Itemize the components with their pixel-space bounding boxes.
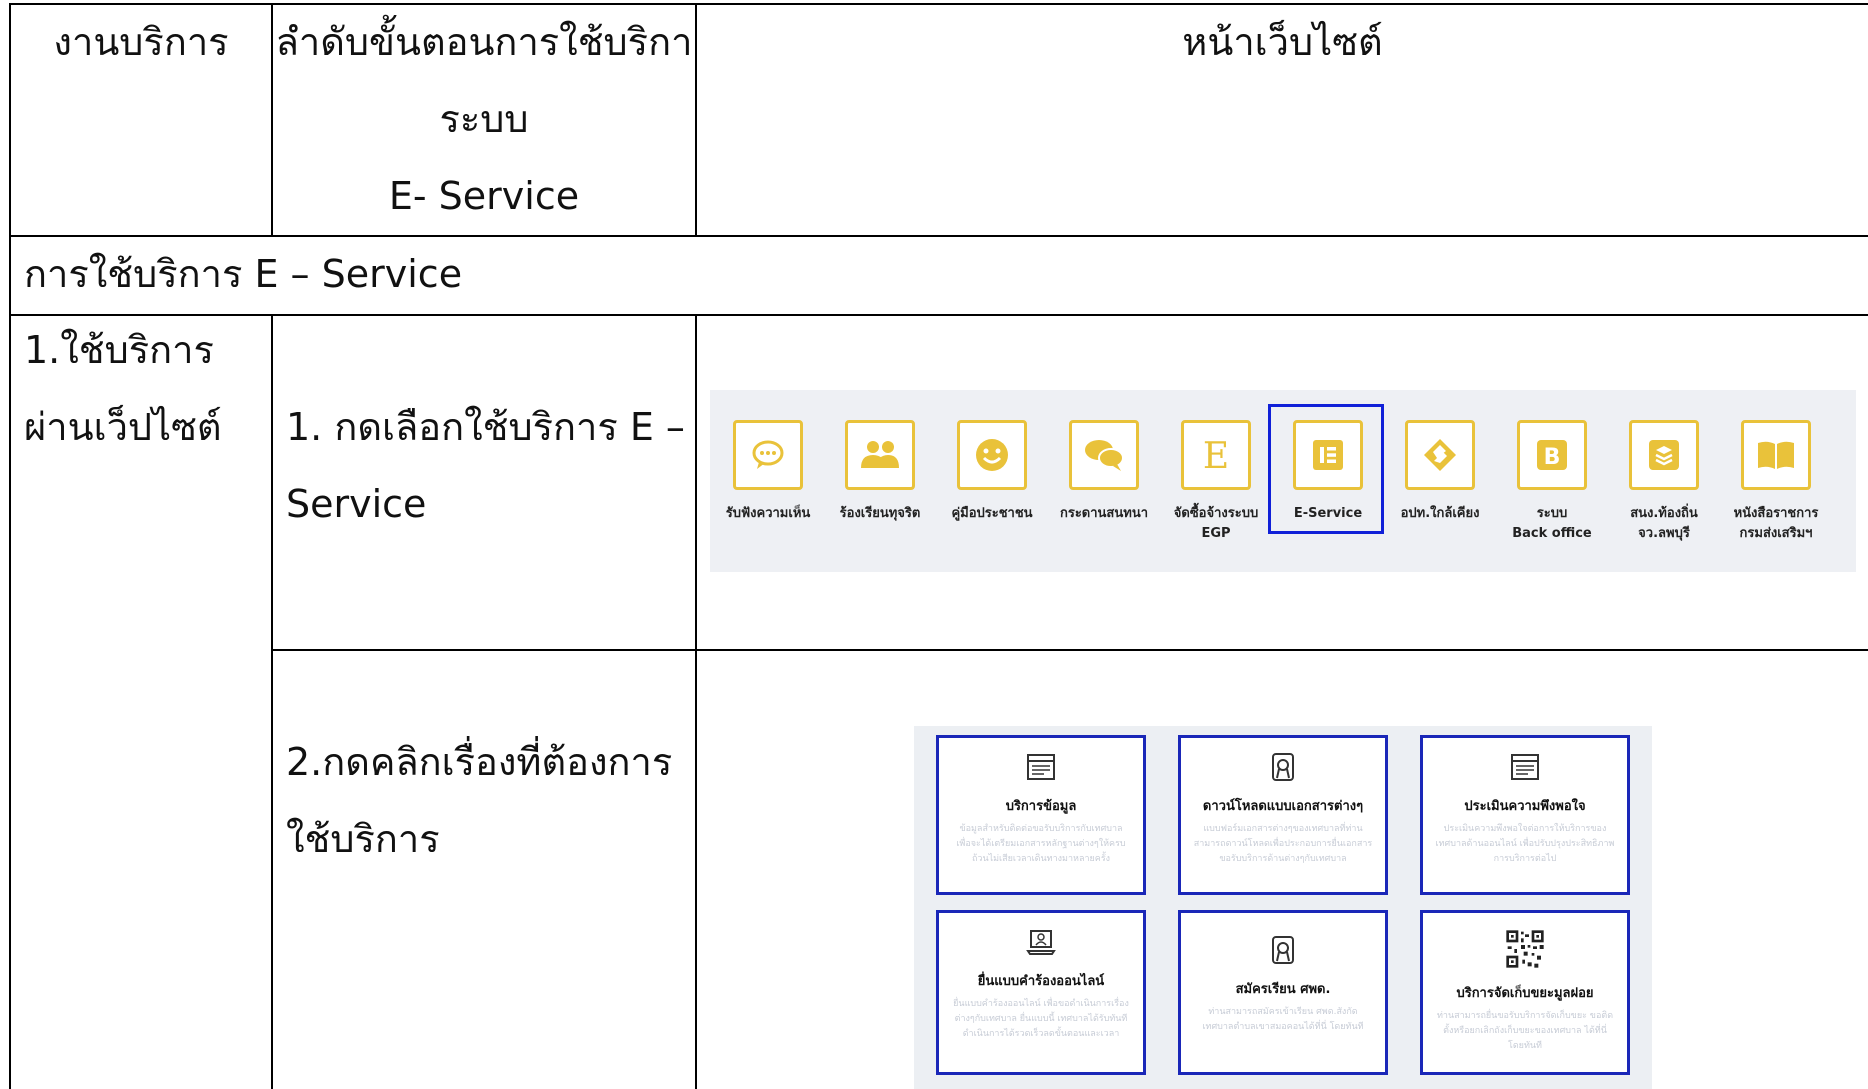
body-divider-2 [695, 314, 697, 1089]
header-website-label: หน้าเว็บไซต์ [1182, 20, 1383, 64]
body-divider-1 [271, 314, 273, 1089]
header-steps-line3: E- Service [388, 174, 580, 218]
eservice-icon-bar-screenshot: รับฟังความเห็น ร้องเรียนทุจริต คู่มือประ… [710, 390, 1856, 572]
icon-item-egp[interactable]: E จัดซื้อจ้างระบบ EGP [1160, 420, 1272, 544]
card-title: สมัครเรียน ศพด. [1235, 982, 1331, 997]
section-bottom-line [9, 314, 1868, 316]
card-waste-collection[interactable]: บริการจัดเก็บขยะมูลฝอย ท่านสามารถยื่นขอร… [1420, 910, 1630, 1075]
icon-label: รับฟังความเห็น [725, 506, 811, 521]
step-2-line1: 2.กดคลิกเรื่องที่ต้องการ [286, 740, 673, 784]
icon-label: ร้องเรียนทุจริต [839, 506, 921, 521]
card-description: ท่านสามารถสมัครเข้าเรียน ศพด.สังกัดเทศบา… [1202, 1007, 1364, 1032]
icon-item-forum[interactable]: กระดานสนทนา [1048, 420, 1160, 524]
icon-item-local-office[interactable]: สนง.ท้องถิ่น จว.ลพบุรี [1608, 420, 1720, 544]
letter-e-icon: E [1181, 420, 1251, 490]
card-title: บริการจัดเก็บขยะมูลฝอย [1456, 986, 1594, 1001]
smiley-icon [957, 420, 1027, 490]
card-information-service[interactable]: บริการข้อมูล ข้อมูลสำหรับติดต่อขอรับบริก… [936, 735, 1146, 895]
diamond-icon [1405, 420, 1475, 490]
icon-label: คู่มือประชาชน [951, 506, 1033, 521]
step-1-line2: Service [286, 482, 427, 526]
icon-label: หนังสือราชการ กรมส่งเสริมฯ [1733, 506, 1819, 541]
selection-highlight [1268, 404, 1384, 534]
card-description: ยื่นแบบคำร้องออนไลน์ เพื่อขอดำเนินการเรื… [953, 999, 1129, 1039]
step-2-line2: ใช้บริการ [286, 817, 440, 861]
qr-code-icon [1505, 929, 1545, 969]
service-cards-screenshot: บริการข้อมูล ข้อมูลสำหรับติดต่อขอรับบริก… [914, 726, 1652, 1089]
certificate-icon [1272, 753, 1294, 781]
step-row-divider [271, 649, 1868, 651]
card-description: ข้อมูลสำหรับติดต่อขอรับบริการกับเทศบาล เ… [956, 824, 1126, 864]
comments-icon [1069, 420, 1139, 490]
service-name-line1: 1.ใช้บริการ [24, 328, 214, 372]
step-1-line1: 1. กดเลือกใช้บริการ E – [286, 405, 685, 449]
svg-text:E: E [1203, 436, 1229, 475]
icon-label: สนง.ท้องถิ่น จว.ลพบุรี [1630, 506, 1698, 541]
card-child-center-enrollment[interactable]: สมัครเรียน ศพด. ท่านสามารถสมัครเข้าเรียน… [1178, 910, 1388, 1075]
header-steps-line1: ลำดับขั้นตอนการใช้บริกา [275, 20, 693, 64]
card-satisfaction-survey[interactable]: ประเมินความพึงพอใจ ประเมินความพึงพอใจต่อ… [1420, 735, 1630, 895]
card-title: บริการข้อมูล [1005, 799, 1077, 814]
card-description: ประเมินความพึงพอใจต่อการให้บริการของเทศบ… [1435, 824, 1615, 864]
icon-item-nearby-org[interactable]: อปท.ใกล้เคียง [1384, 420, 1496, 524]
header-steps-line2: ระบบ [439, 97, 529, 141]
icon-item-eservice[interactable]: E-Service [1268, 404, 1384, 534]
table-border-left [9, 3, 11, 1089]
letter-b-icon: B [1517, 420, 1587, 490]
svg-text:B: B [1544, 445, 1561, 470]
service-name-line2: ผ่านเว็ปไซต์ [24, 405, 222, 449]
card-description: ท่านสามารถยื่นขอรับบริการจัดเก็บขยะ ขอติ… [1436, 1011, 1614, 1051]
users-icon [845, 420, 915, 490]
card-download-forms[interactable]: ดาวน์โหลดแบบเอกสารต่างๆ แบบฟอร์มเอกสารต่… [1178, 735, 1388, 895]
header-service-label: งานบริการ [53, 20, 229, 64]
icon-label: จัดซื้อจ้างระบบ EGP [1173, 506, 1259, 541]
card-title: ยื่นแบบคำร้องออนไลน์ [977, 974, 1105, 989]
chat-bubble-icon [733, 420, 803, 490]
icon-item-back-office[interactable]: B ระบบ Back office [1496, 420, 1608, 544]
section-title: การใช้บริการ E – Service [24, 252, 463, 296]
browser-window-icon [1511, 754, 1539, 780]
browser-window-icon [1027, 754, 1055, 780]
card-description: แบบฟอร์มเอกสารต่างๆของเทศบาลที่ท่านสามาร… [1193, 824, 1373, 864]
icon-label: อปท.ใกล้เคียง [1400, 506, 1480, 521]
icon-item-official-letters[interactable]: หนังสือราชการ กรมส่งเสริมฯ [1720, 420, 1832, 544]
layers-icon [1629, 420, 1699, 490]
book-icon [1741, 420, 1811, 490]
card-online-request[interactable]: ยื่นแบบคำร้องออนไลน์ ยื่นแบบคำร้องออนไลน… [936, 910, 1146, 1075]
icon-label: กระดานสนทนา [1059, 506, 1149, 521]
icon-item-feedback[interactable]: รับฟังความเห็น [712, 420, 824, 524]
card-title: ประเมินความพึงพอใจ [1464, 799, 1586, 814]
card-title: ดาวน์โหลดแบบเอกสารต่างๆ [1202, 799, 1364, 814]
certificate-icon [1272, 936, 1294, 964]
laptop-user-icon [1026, 930, 1056, 955]
icon-label: ระบบ Back office [1512, 506, 1592, 541]
icon-item-citizen-guide[interactable]: คู่มือประชาชน [936, 420, 1048, 524]
icon-item-complaint[interactable]: ร้องเรียนทุจริต [824, 420, 936, 524]
